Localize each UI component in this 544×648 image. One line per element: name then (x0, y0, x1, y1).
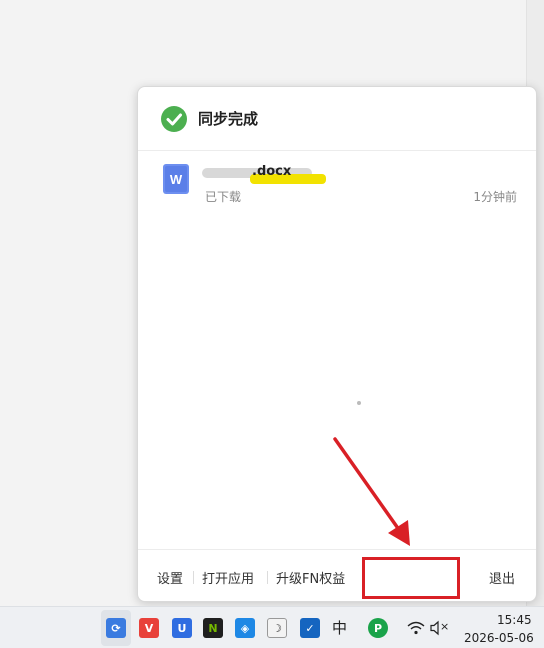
red-highlight-box (362, 557, 460, 599)
clock-time[interactable]: 15:45 (497, 613, 532, 627)
file-name-text: .docx (252, 164, 292, 179)
network-app-tray-icon[interactable]: ◈ (235, 618, 255, 638)
upgrade-fn-link[interactable]: 升级FN权益 (276, 568, 345, 587)
vector-app-tray-icon[interactable]: V (139, 618, 159, 638)
clock-date[interactable]: 2026-05-06 (464, 631, 534, 645)
sync-app-tray-icon[interactable]: ⟳ (106, 618, 126, 638)
loading-dot (357, 401, 361, 405)
nvidia-tray-icon[interactable]: N (203, 618, 223, 638)
defender-tray-icon[interactable]: ✓ (300, 618, 320, 638)
check-circle-icon (161, 106, 187, 132)
word-icon-letter: W (170, 172, 183, 187)
footer-divider (193, 571, 194, 584)
wifi-icon[interactable] (407, 620, 425, 636)
settings-link[interactable]: 设置 (157, 568, 183, 587)
mute-indicator: × (440, 620, 450, 633)
sync-status-panel: 同步完成 W .docx 已下载 1分钟前 设置 打开应用 升级FN权益 退出 (137, 86, 537, 602)
open-app-link[interactable]: 打开应用 (202, 568, 254, 587)
file-name: .docx (202, 162, 342, 186)
moon-app-tray-icon[interactable]: ☽ (267, 618, 287, 638)
panel-title: 同步完成 (198, 110, 259, 128)
shield-app-tray-icon[interactable]: U (172, 618, 192, 638)
file-status: 已下载 (205, 190, 242, 204)
p-app-tray-icon[interactable]: P (368, 618, 388, 638)
word-document-icon: W (163, 164, 189, 194)
footer-divider (267, 571, 268, 584)
panel-header: 同步完成 (138, 87, 536, 151)
exit-link[interactable]: 退出 (489, 568, 515, 587)
file-time: 1分钟前 (473, 190, 517, 204)
synced-file-item[interactable]: W .docx 已下载 1分钟前 (138, 151, 536, 211)
panel-footer: 设置 打开应用 升级FN权益 退出 (138, 549, 536, 601)
taskbar: ⟳ V U N ◈ ☽ ✓ 中 P × 15:45 2026-05-06 (0, 606, 544, 648)
ime-indicator[interactable]: 中 (332, 617, 347, 638)
